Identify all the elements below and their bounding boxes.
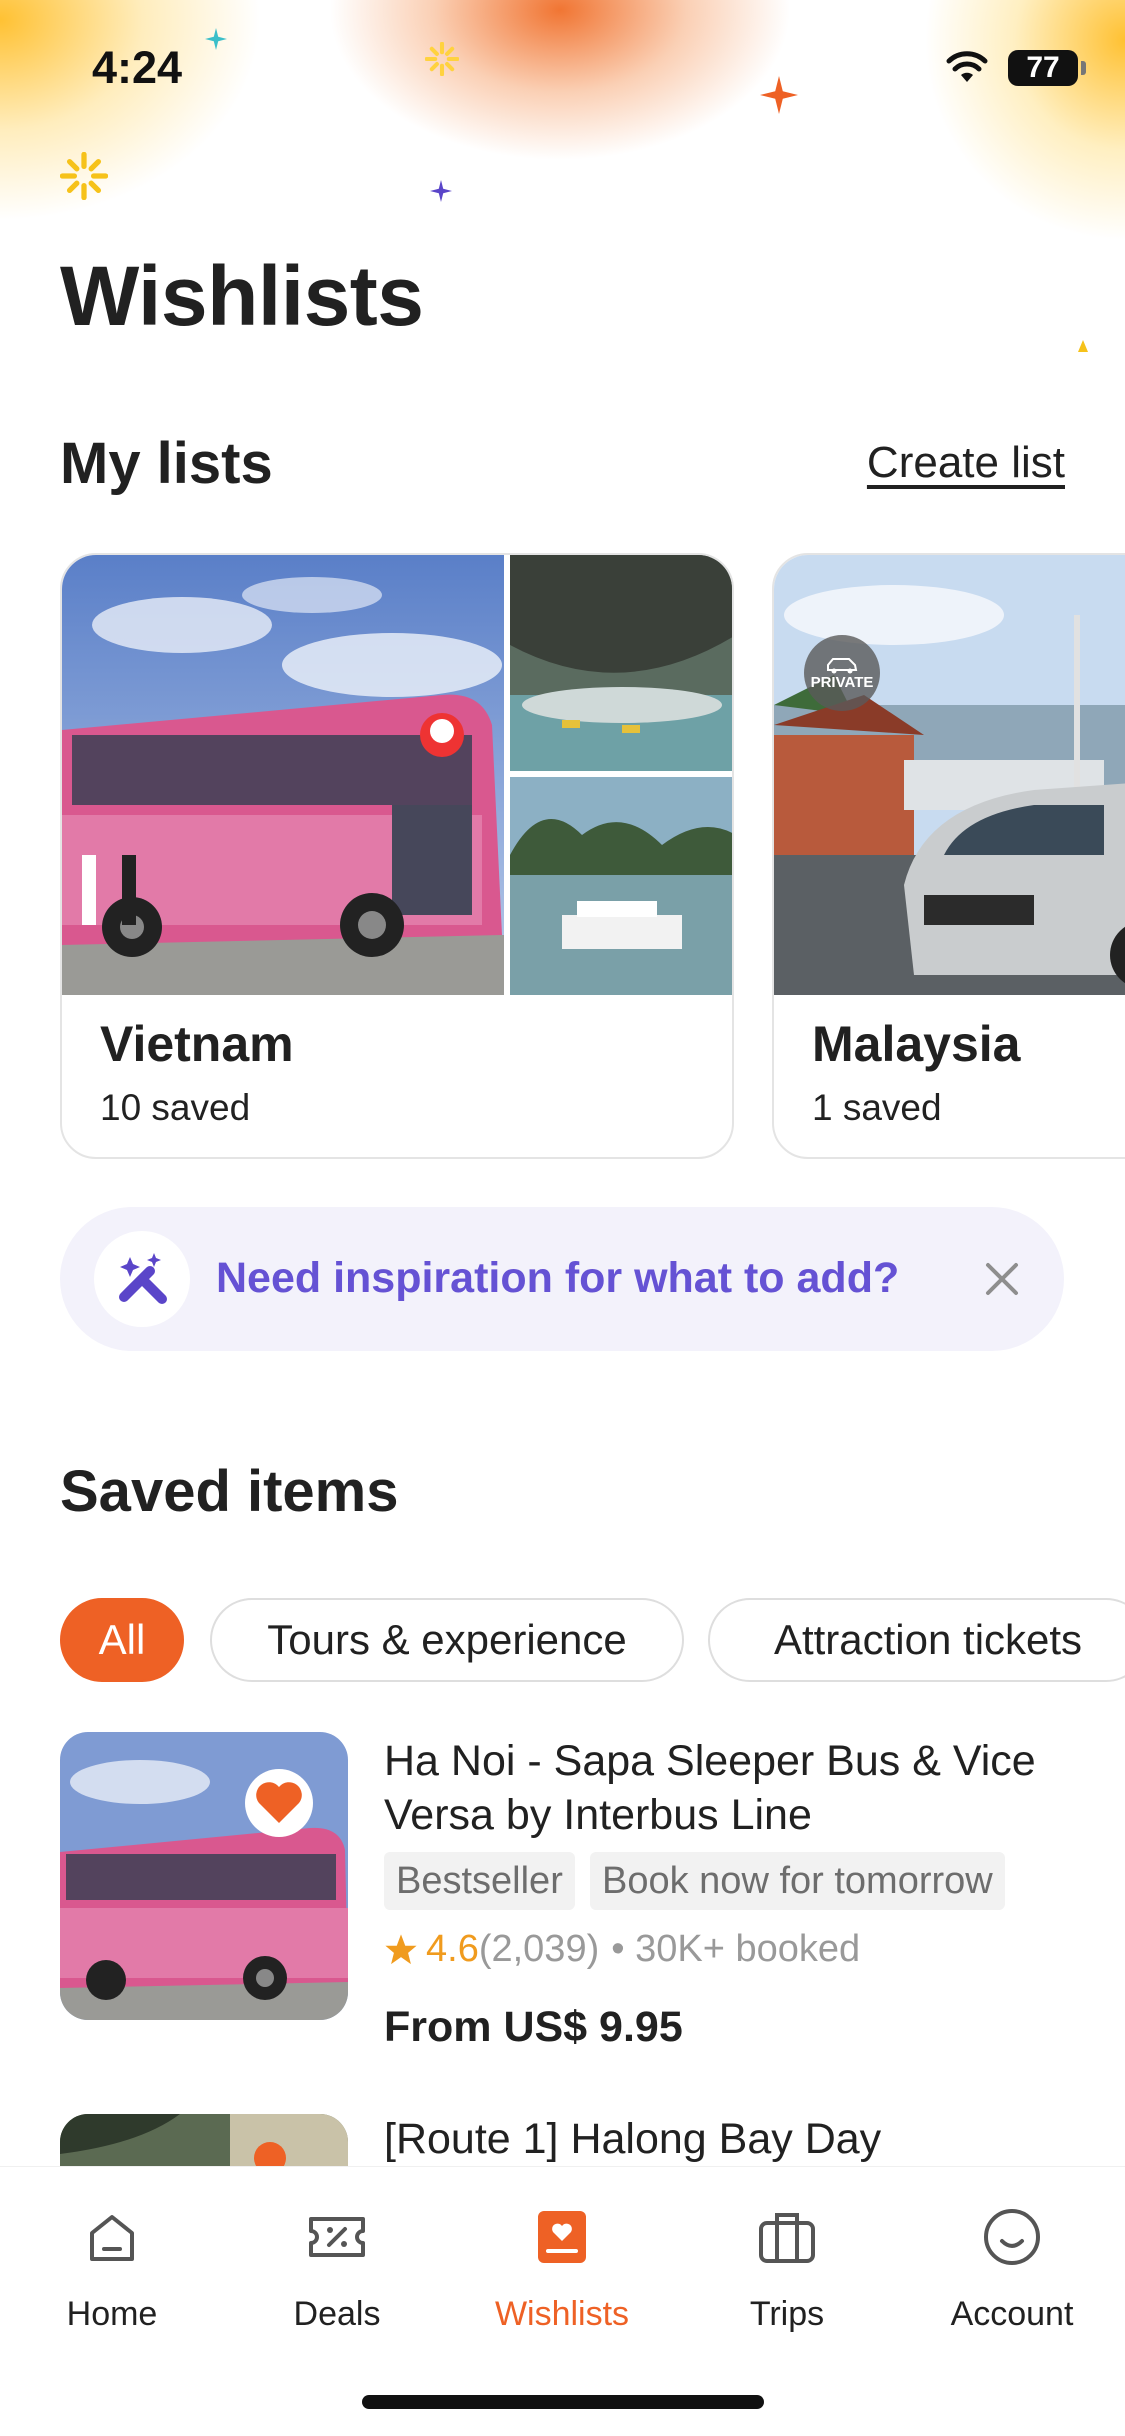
list-count: 1 saved (812, 1087, 942, 1128)
create-list-link[interactable]: Create list (867, 438, 1065, 488)
status-bar: 4:24 77 (0, 0, 1125, 140)
trips-icon (759, 2213, 815, 2263)
private-label: PRIVATE (810, 673, 874, 691)
item-rating-row: 4.6 (2,039) • 30K+ booked (384, 1928, 860, 1971)
item-thumbnail[interactable] (60, 2114, 348, 2166)
nav-deals[interactable]: Deals (237, 2203, 437, 2343)
magic-wand-icon (94, 1231, 190, 1327)
booked-count: • 30K+ booked (611, 1928, 861, 1970)
deals-icon (309, 2217, 365, 2257)
item-price: From US$ 9.95 (384, 2003, 683, 2051)
nav-label: Trips (749, 2295, 825, 2333)
rating-value: 4.6 (426, 1928, 479, 1970)
filter-chip-all[interactable]: All (60, 1598, 184, 1682)
close-icon[interactable] (970, 1247, 1034, 1311)
list-card-images (774, 555, 1125, 995)
item-title[interactable]: [Route 1] Halong Bay Day (384, 2112, 1064, 2166)
private-badge: PRIVATE (804, 635, 880, 711)
list-card-vietnam[interactable]: Vietnam 10 saved (60, 553, 734, 1159)
list-name: Vietnam (100, 1016, 294, 1072)
list-card-images (62, 555, 732, 995)
nav-label: Home (66, 2295, 158, 2333)
tag-book-now: Book now for tomorrow (590, 1852, 1005, 1910)
home-icon (90, 2215, 134, 2261)
filter-chip-tours[interactable]: Tours & experience (210, 1598, 684, 1682)
sparkle-icon (1078, 340, 1088, 352)
sparkle-icon (60, 152, 108, 200)
home-indicator (362, 2395, 764, 2409)
star-icon (385, 1933, 417, 1964)
list-card-malaysia[interactable]: PRIVATE Malaysia 1 saved (772, 553, 1125, 1159)
wishlists-icon (538, 2211, 586, 2263)
nav-account[interactable]: Account (912, 2203, 1112, 2343)
review-count: (2,039) (478, 1928, 600, 1970)
sparkle-icon (430, 180, 452, 202)
bus-image (62, 555, 732, 995)
car-image (774, 555, 1125, 995)
nav-label: Wishlists (494, 2295, 630, 2333)
inspiration-banner[interactable]: Need inspiration for what to add? (60, 1207, 1064, 1351)
battery-level: 77 (1026, 51, 1060, 84)
nav-trips[interactable]: Trips (687, 2203, 887, 2343)
heart-icon[interactable] (243, 1767, 315, 1839)
car-icon (827, 657, 858, 673)
saved-items-title: Saved items (60, 1459, 399, 1524)
my-lists-title: My lists (60, 431, 273, 496)
list-name: Malaysia (812, 1016, 1021, 1072)
battery-icon: 77 (1008, 50, 1086, 86)
list-count: 10 saved (100, 1087, 251, 1128)
status-time: 4:24 (92, 42, 183, 93)
account-icon (984, 2209, 1040, 2265)
page-title: Wishlists (60, 249, 424, 343)
inspiration-text: Need inspiration for what to add? (216, 1254, 900, 1302)
nav-label: Deals (293, 2295, 381, 2333)
nav-label: Account (950, 2295, 1074, 2333)
filter-chip-attraction-tickets[interactable]: Attraction tickets (708, 1598, 1125, 1682)
item-title[interactable]: Ha Noi - Sapa Sleeper Bus & Vice Versa b… (384, 1734, 1064, 1842)
tag-bestseller: Bestseller (384, 1852, 575, 1910)
nav-wishlists[interactable]: Wishlists (462, 2203, 662, 2343)
nav-home[interactable]: Home (12, 2203, 212, 2343)
wifi-icon (946, 51, 988, 82)
